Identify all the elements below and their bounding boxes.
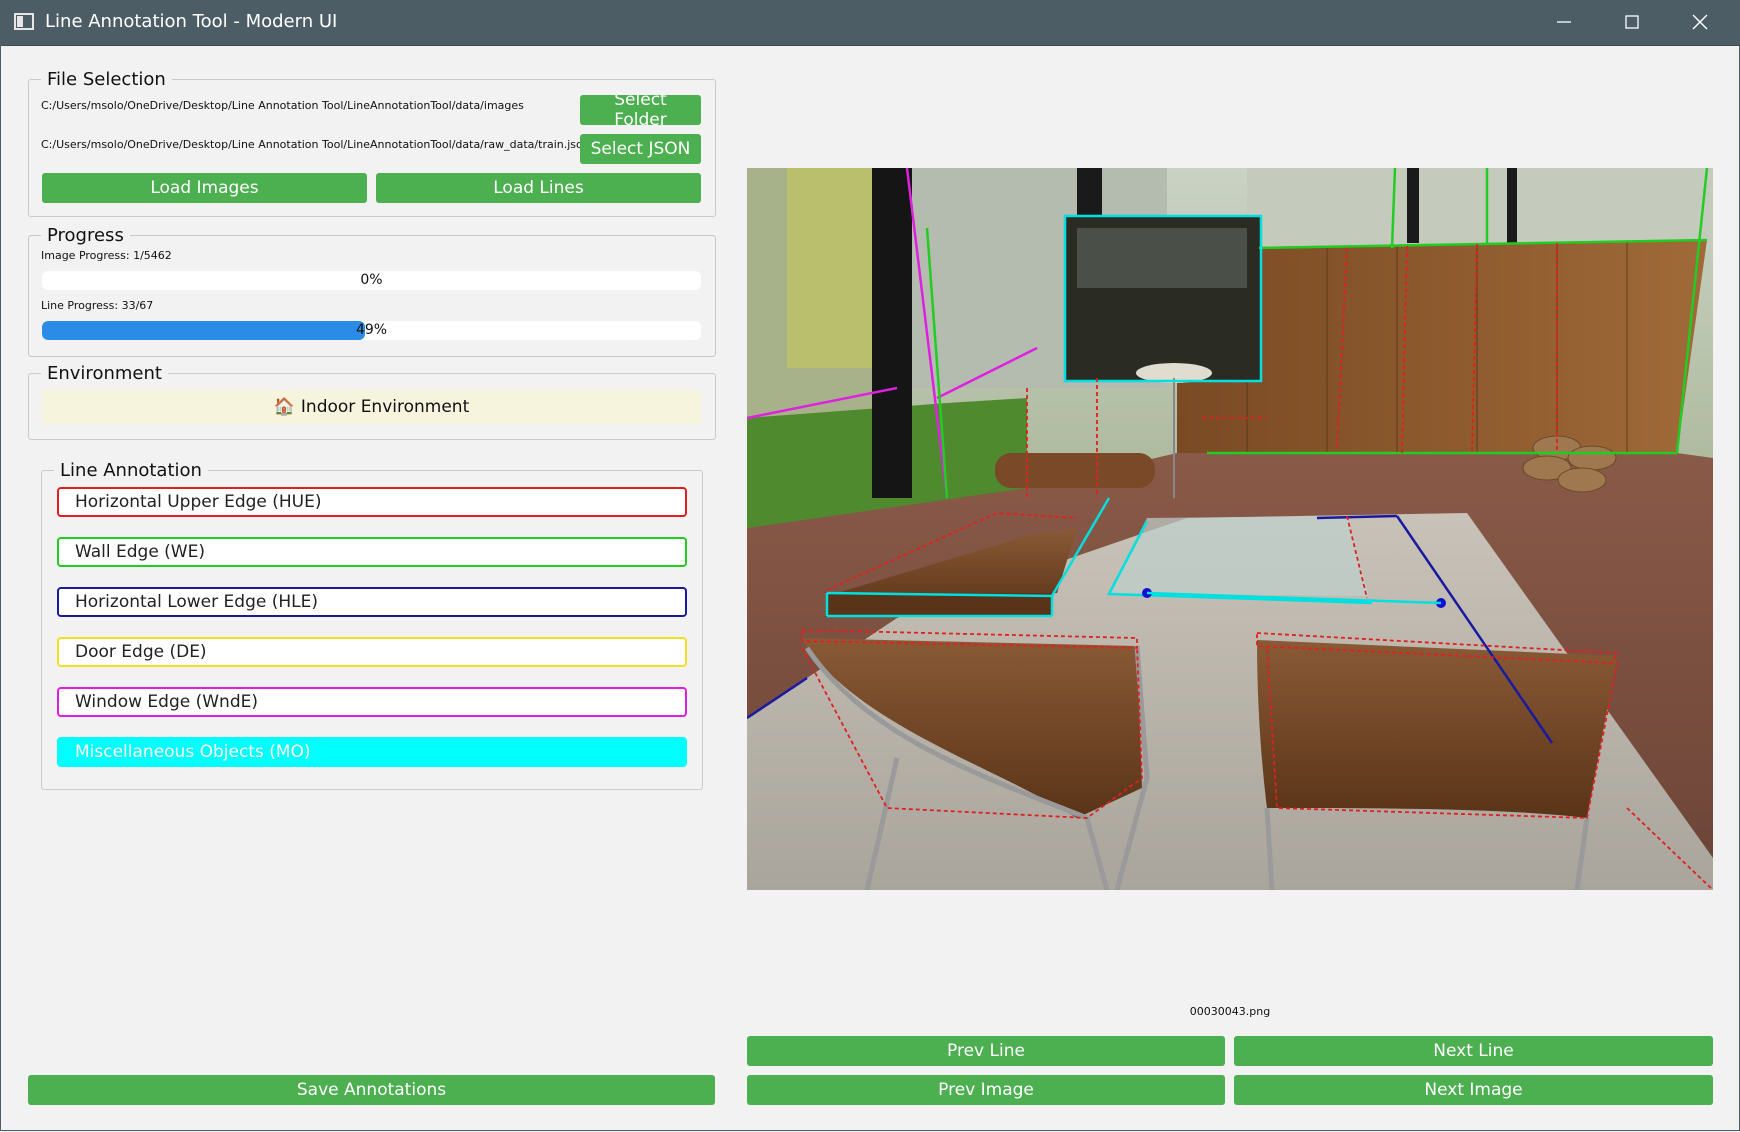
image-filename: 00030043.png	[1189, 1005, 1271, 1018]
line-type-button[interactable]: Wall Edge (WE)	[57, 537, 687, 567]
environment-legend: Environment	[47, 363, 162, 384]
load-images-button[interactable]: Load Images	[42, 173, 367, 203]
line-type-button[interactable]: Horizontal Upper Edge (HUE)	[57, 487, 687, 517]
json-path: C:/Users/msolo/OneDrive/Desktop/Line Ann…	[41, 138, 590, 151]
title-bar: Line Annotation Tool - Modern UI	[0, 0, 1740, 46]
environment-indicator: 🏠 Indoor Environment	[42, 390, 701, 424]
line-annotation-legend: Line Annotation	[60, 460, 202, 481]
select-folder-button[interactable]: Select Folder	[580, 90, 701, 130]
progress-legend: Progress	[47, 225, 124, 246]
close-icon	[1692, 14, 1708, 30]
next-image-button[interactable]: Next Image	[1234, 1075, 1713, 1105]
image-progress-label: Image Progress: 1/5462	[41, 249, 172, 262]
close-button[interactable]	[1668, 0, 1732, 45]
app-icon	[14, 13, 34, 30]
file-selection-legend: File Selection	[47, 69, 166, 90]
line-progress-text: 49%	[355, 322, 388, 338]
room-photo[interactable]	[747, 168, 1713, 890]
image-progress-bar: 0%	[42, 271, 701, 290]
window-title: Line Annotation Tool - Modern UI	[45, 11, 338, 32]
minimize-icon	[1557, 21, 1571, 23]
prev-line-button[interactable]: Prev Line	[747, 1036, 1225, 1066]
line-progress-bar: 49%	[42, 321, 701, 340]
save-annotations-button[interactable]: Save Annotations	[28, 1075, 715, 1105]
maximize-icon	[1625, 15, 1639, 29]
next-line-button[interactable]: Next Line	[1234, 1036, 1713, 1066]
image-progress-text: 0%	[360, 272, 383, 288]
minimize-button[interactable]	[1532, 0, 1596, 45]
environment-value: Indoor Environment	[300, 397, 470, 417]
line-type-button[interactable]: Door Edge (DE)	[57, 637, 687, 667]
images-path: C:/Users/msolo/OneDrive/Desktop/Line Ann…	[41, 99, 524, 112]
prev-image-button[interactable]: Prev Image	[747, 1075, 1225, 1105]
annotation-image[interactable]	[747, 168, 1713, 890]
line-progress-label: Line Progress: 33/67	[41, 299, 154, 312]
house-icon: 🏠	[273, 397, 295, 417]
maximize-button[interactable]	[1600, 0, 1664, 45]
line-type-button[interactable]: Horizontal Lower Edge (HLE)	[57, 587, 687, 617]
select-json-button[interactable]: Select JSON	[580, 134, 701, 164]
line-type-button[interactable]: Window Edge (WndE)	[57, 687, 687, 717]
line-type-button[interactable]: Miscellaneous Objects (MO)	[57, 737, 687, 767]
load-lines-button[interactable]: Load Lines	[376, 173, 701, 203]
